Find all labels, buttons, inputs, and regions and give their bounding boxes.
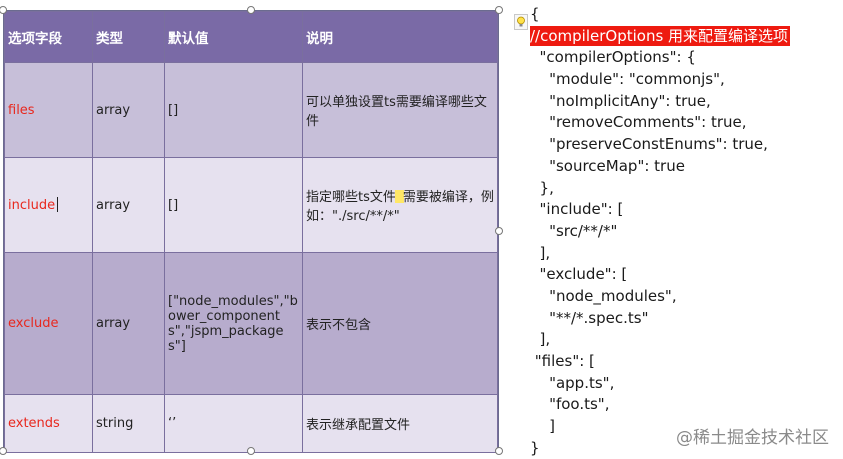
- code-line: "node_modules",: [530, 286, 677, 305]
- desc-cell[interactable]: 表示继承配置文件: [302, 394, 498, 453]
- resize-handle-top-center[interactable]: [247, 6, 255, 14]
- resize-handle-top-right[interactable]: [495, 6, 503, 14]
- code-line: "compilerOptions": {: [530, 48, 696, 67]
- table-row: exclude array ["node_modules","bower_com…: [4, 252, 498, 395]
- options-table: 选项字段 类型 默认值 说明 files array [] 可以单独设置ts需要…: [4, 11, 498, 453]
- code-line: ],: [530, 330, 551, 349]
- code-line: "app.ts",: [530, 373, 615, 392]
- code-line: {: [530, 5, 540, 23]
- type-cell[interactable]: array: [92, 252, 165, 395]
- header-desc: 说明: [302, 11, 498, 63]
- code-line: "src/**/*": [530, 221, 618, 240]
- code-line: "sourceMap": true: [530, 156, 685, 175]
- desc-text-a: 指定哪些ts文件: [306, 190, 396, 205]
- resize-handle-bottom-center[interactable]: [247, 447, 255, 455]
- code-line: },: [530, 178, 554, 197]
- code-line: "module": "commonjs",: [530, 70, 725, 89]
- field-cell[interactable]: files: [4, 62, 93, 158]
- code-line: "include": [: [530, 200, 624, 219]
- code-line: "foo.ts",: [530, 395, 610, 414]
- field-text: include: [8, 198, 56, 213]
- code-line: "files": [: [530, 352, 595, 370]
- header-type: 类型: [92, 11, 165, 63]
- desc-cell[interactable]: 可以单独设置ts需要编译哪些文件: [302, 62, 498, 158]
- table-row: extends string ‘’ 表示继承配置文件: [4, 394, 498, 453]
- text-caret: [57, 197, 59, 212]
- code-line: ],: [530, 243, 551, 262]
- default-cell[interactable]: []: [164, 62, 303, 158]
- default-cell[interactable]: ‘’: [164, 394, 303, 453]
- resize-handle-bottom-right[interactable]: [495, 447, 503, 455]
- resize-handle-middle-right[interactable]: [495, 227, 503, 235]
- table-row: files array [] 可以单独设置ts需要编译哪些文件: [4, 62, 498, 158]
- type-cell[interactable]: string: [92, 394, 165, 453]
- field-cell[interactable]: extends: [4, 394, 93, 453]
- code-line: "exclude": [: [530, 265, 628, 284]
- table-header-row: 选项字段 类型 默认值 说明: [4, 11, 498, 63]
- type-cell[interactable]: array: [92, 62, 165, 158]
- default-cell[interactable]: []: [164, 157, 303, 253]
- comment-highlight: //compilerOptions 用来配置编译选项: [530, 25, 791, 46]
- watermark: @稀土掘金技术社区: [676, 428, 829, 448]
- desc-cell[interactable]: 表示不包含: [302, 252, 498, 395]
- field-cell-editing[interactable]: include: [4, 157, 93, 253]
- field-cell[interactable]: exclude: [4, 252, 93, 395]
- code-comment-line: //compilerOptions 用来配置编译选项: [530, 25, 791, 48]
- default-cell[interactable]: ["node_modules","bower_components","jspm…: [164, 252, 303, 395]
- type-cell[interactable]: array: [92, 157, 165, 253]
- code-line: "noImplicitAny": true,: [530, 91, 711, 110]
- header-field: 选项字段: [4, 11, 93, 63]
- lightbulb-icon[interactable]: [514, 14, 528, 30]
- code-panel: { //compilerOptions 用来配置编译选项 "compilerOp…: [530, 4, 791, 459]
- code-line: "preserveConstEnums": true,: [530, 135, 768, 154]
- header-default: 默认值: [164, 11, 303, 63]
- resize-handle-bottom-left[interactable]: [0, 447, 7, 455]
- table-row: include array [] 指定哪些ts文件 需要被编译，例如："./src…: [4, 157, 498, 253]
- options-table-object[interactable]: 选项字段 类型 默认值 说明 files array [] 可以单独设置ts需要…: [3, 10, 499, 453]
- desc-cell[interactable]: 指定哪些ts文件 需要被编译，例如："./src/**/*": [302, 157, 498, 253]
- code-line: "**/*.spec.ts": [530, 308, 649, 327]
- code-line: "removeComments": true,: [530, 113, 747, 132]
